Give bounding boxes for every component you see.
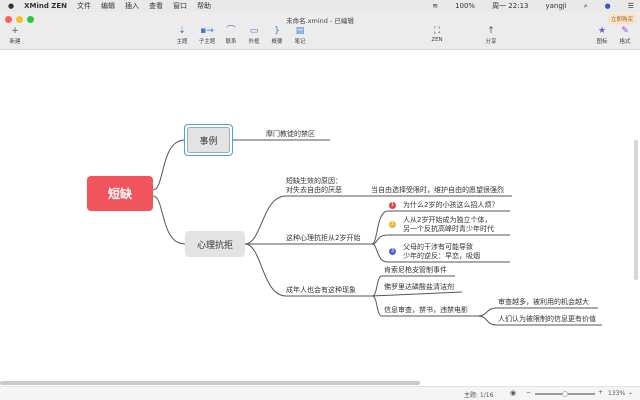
zoom-slider[interactable] [535,390,595,397]
topic-age2[interactable]: 这种心理抗拒从2岁开始 [286,234,360,243]
eye-icon[interactable]: ◉ [510,389,516,397]
topic-mormon[interactable]: 摩门教徒的禁区 [266,130,315,139]
topic-gun-control[interactable]: 肯索尼枪支管制事件 [384,266,447,275]
topic-censorship[interactable]: 信息审查，禁书，违禁电影 [384,306,468,315]
topic-example[interactable]: 事例 [184,124,233,156]
chevron-down-icon[interactable]: ⌄ [628,389,633,396]
status-bar: 主题: 1/16 ◉ − + 133% ⌄ [0,386,640,400]
vertical-scrollbar[interactable] [634,140,638,280]
topic-cause-line2[interactable]: 对失去自由的厌恶 [286,186,342,195]
topic-detergent[interactable]: 佛罗里达磷酸盐清洁剂 [384,283,454,292]
root-topic[interactable]: 短缺 [87,176,153,211]
list-item-2[interactable]: 2 人从2岁开始成为独立个体， 另一个反抗高峰时青少年时代 [389,216,494,234]
priority-1-icon: 1 [389,201,396,209]
zoom-level[interactable]: 133% [608,390,625,397]
zoom-out-button[interactable]: − [526,389,531,396]
topic-freedom[interactable]: 当自由选择受限时，维护自由的愿望很强烈 [371,186,504,195]
zoom-slider-thumb[interactable] [562,390,568,397]
topic-adult[interactable]: 成年人也会有这种现象 [286,286,356,295]
topic-count: 主题: 1/16 [464,392,494,399]
priority-3-icon: 3 [389,248,396,255]
topic-censor-more[interactable]: 审查越多，被利用的机会越大 [498,298,589,307]
priority-2-icon: 2 [389,221,396,228]
topic-restricted-value[interactable]: 人们认为被限制的信息更有价值 [498,315,596,324]
topic-resist[interactable]: 心理抗拒 [185,231,245,257]
list-item-1[interactable]: 1 为什么2岁的小孩这么招人烦？ [389,201,498,210]
list-item-3[interactable]: 3 父母的干涉有可能导致 少年的逆反：早恋，吸烟 [389,243,480,261]
zoom-in-button[interactable]: + [598,389,603,396]
horizontal-scrollbar[interactable] [0,381,420,385]
topic-cause-line1[interactable]: 短缺生效的原因： [286,177,342,186]
